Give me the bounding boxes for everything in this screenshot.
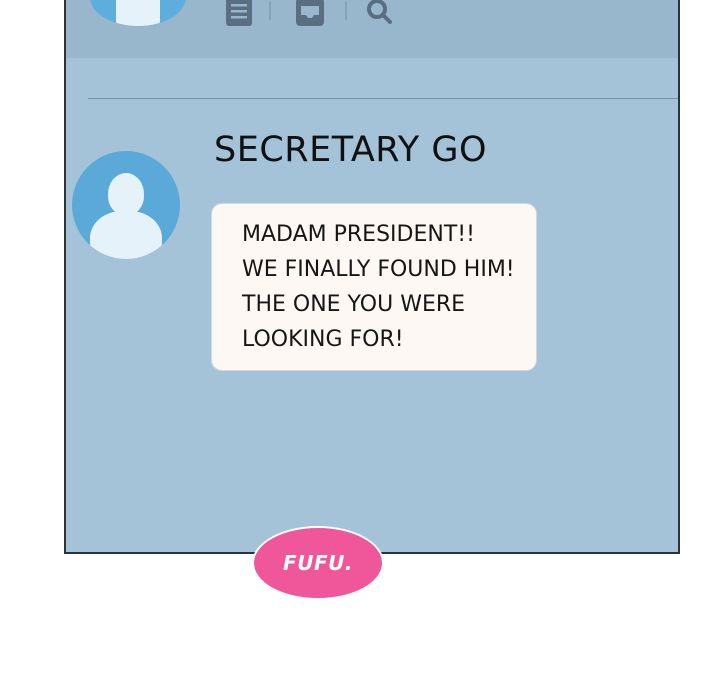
message-bubble[interactable]: MADAM PRESIDENT!! WE FINALLY FOUND HIM! … (212, 204, 536, 370)
contact-avatar-icon[interactable] (72, 151, 180, 259)
chat-screen: SECRETARY GO MADAM PRESIDENT!! WE FINALL… (64, 0, 680, 554)
document-icon[interactable] (224, 0, 254, 28)
message-line: THE ONE YOU WERE (242, 292, 466, 317)
toolbar-separator (269, 2, 271, 20)
sticker-label: FUFU. (283, 551, 353, 575)
fufu-sticker: FUFU. (252, 526, 384, 600)
profile-avatar-icon[interactable] (90, 0, 186, 26)
toolbar-separator (345, 2, 347, 20)
contact-name: SECRETARY GO (214, 130, 488, 170)
top-toolbar (66, 0, 678, 58)
search-icon[interactable] (365, 0, 395, 28)
inbox-icon[interactable] (295, 0, 325, 28)
message-line: LOOKING FOR! (242, 327, 404, 352)
message-line: WE FINALLY FOUND HIM! (242, 257, 515, 282)
header-divider (88, 98, 678, 99)
message-line: MADAM PRESIDENT!! (242, 222, 475, 247)
